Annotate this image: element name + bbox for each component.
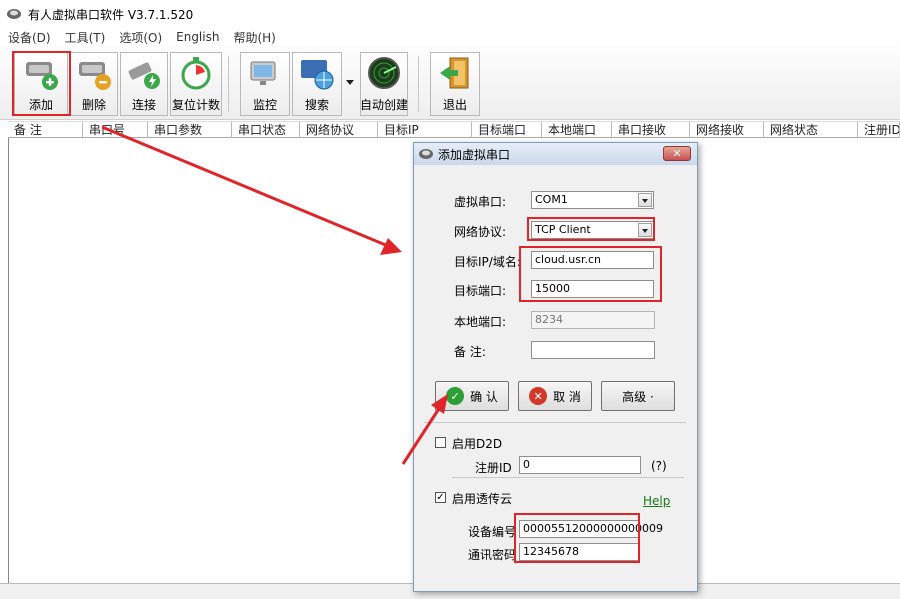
arrow-to-ok-head [431,394,448,414]
arrow-to-dialog-head [380,238,402,255]
annotation-arrows [101,125,448,465]
arrow-to-dialog [101,125,389,248]
arrow-to-ok [401,406,442,465]
